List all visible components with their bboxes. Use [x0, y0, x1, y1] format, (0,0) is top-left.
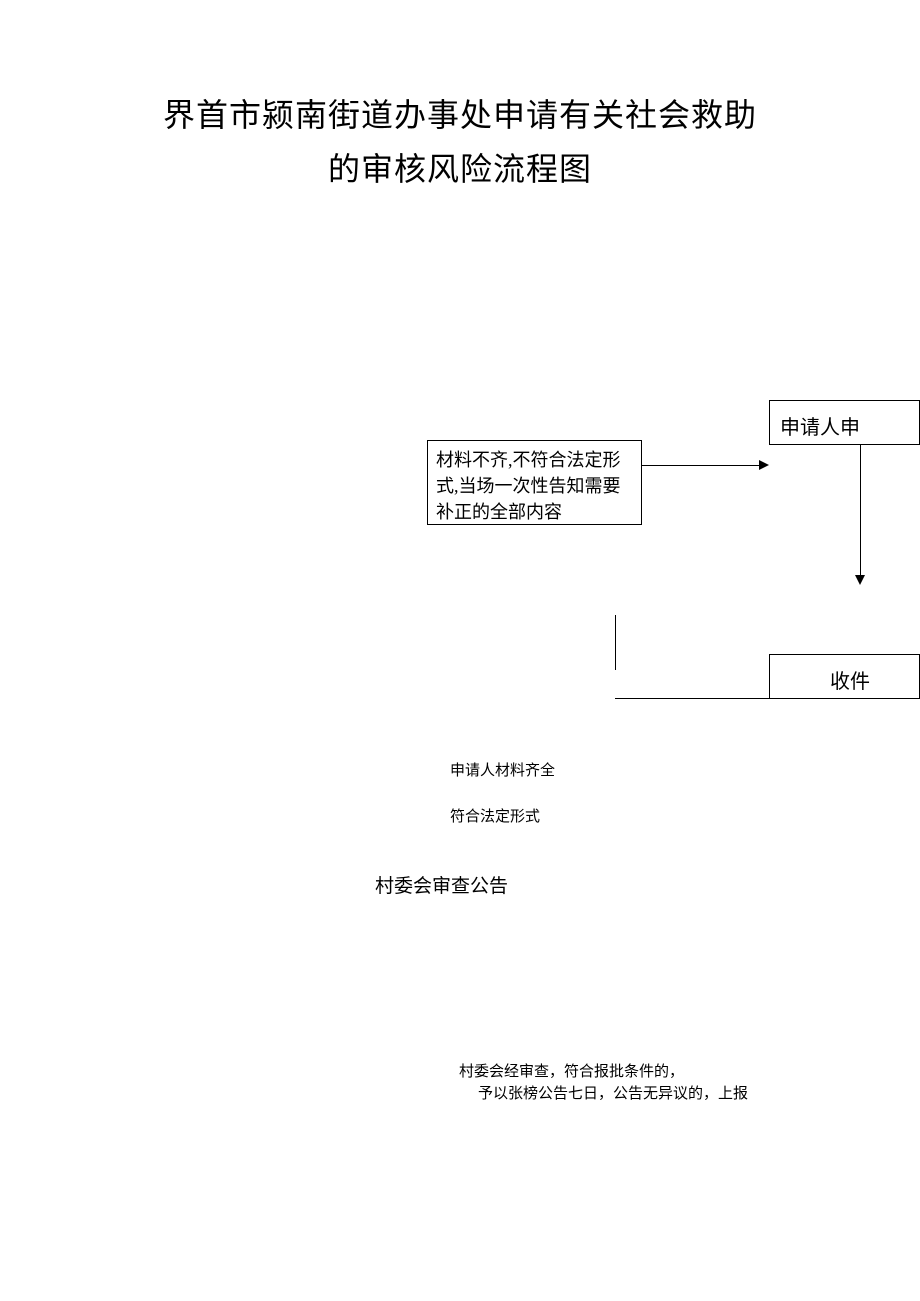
box-material-incomplete: 材料不齐,不符合法定形式,当场一次性告知需要补正的全部内容 [427, 440, 642, 525]
line-horizontal-receipt [615, 698, 769, 699]
label-village-result-2: 予以张榜公告七日，公告无异议的，上报 [478, 1082, 748, 1103]
box-applicant: 申请人申 [769, 400, 920, 445]
label-village-review: 村委会审查公告 [375, 871, 508, 898]
title-line-2: 的审核风险流程图 [0, 144, 920, 190]
label-material-complete-2: 符合法定形式 [450, 805, 540, 826]
box-receipt: 收件 [769, 654, 920, 699]
title-line-1: 界首市颍南街道办事处申请有关社会救助 [0, 90, 920, 136]
arrow-applicant-down-head [855, 575, 865, 585]
title-container: 界首市颍南街道办事处申请有关社会救助 的审核风险流程图 [0, 0, 920, 190]
arrow-to-applicant-line [642, 465, 759, 466]
arrow-applicant-down-line [860, 445, 861, 575]
label-material-complete-1: 申请人材料齐全 [450, 759, 555, 780]
line-vertical-small [615, 615, 616, 670]
arrow-to-applicant-head [759, 460, 769, 470]
label-village-result-1: 村委会经审查，符合报批条件的， [459, 1060, 684, 1081]
